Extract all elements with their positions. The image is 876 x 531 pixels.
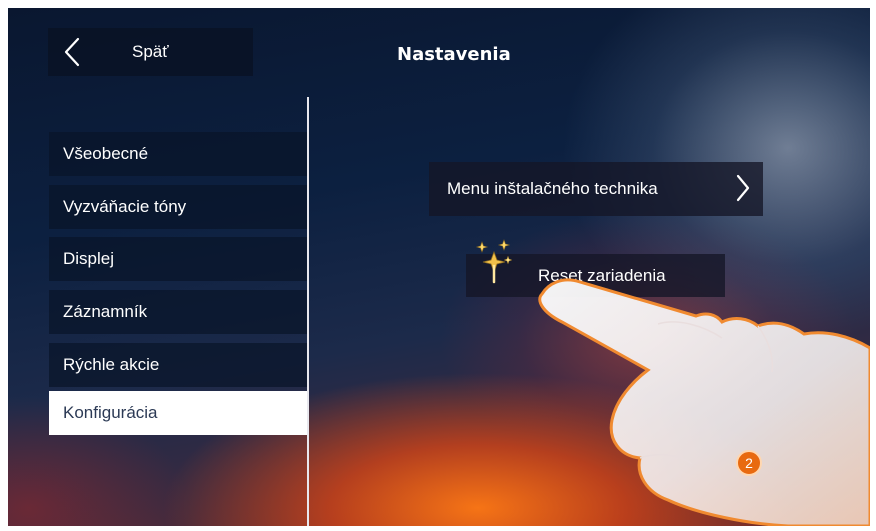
installer-menu-label: Menu inštalačného technika [447, 179, 658, 198]
sidebar-item-label: Záznamník [63, 302, 148, 321]
back-button[interactable]: Späť [48, 28, 253, 76]
sidebar-item-label: Všeobecné [63, 144, 149, 163]
step-number-badge: 2 [736, 450, 762, 476]
sidebar-item-label: Konfigurácia [63, 403, 158, 422]
touch-screen: Späť Nastavenia Všeobecné Vyzváňacie tón… [8, 8, 870, 526]
panel-divider [307, 97, 309, 526]
back-label: Späť [132, 42, 169, 61]
chevron-left-icon [64, 37, 80, 67]
sidebar-item-label: Rýchle akcie [63, 355, 160, 374]
header: Späť Nastavenia [8, 8, 870, 88]
page-title: Nastavenia [397, 44, 511, 65]
installer-menu-button[interactable]: Menu inštalačného technika [429, 162, 763, 216]
sparkle-icon [476, 239, 513, 284]
sidebar-item-display[interactable]: Displej [49, 237, 307, 281]
chevron-right-icon [736, 174, 750, 202]
sidebar-item-label: Displej [63, 249, 115, 268]
sidebar-item-configuration[interactable]: Konfigurácia [49, 391, 307, 435]
sidebar-item-general[interactable]: Všeobecné [49, 132, 307, 176]
sidebar-item-label: Vyzváňacie tóny [63, 197, 187, 216]
sidebar-item-ringtones[interactable]: Vyzváňacie tóny [49, 185, 307, 229]
sidebar-item-quick-actions[interactable]: Rýchle akcie [49, 343, 307, 387]
pointing-hand-icon [538, 278, 870, 526]
sidebar-item-answering-machine[interactable]: Záznamník [49, 290, 307, 334]
